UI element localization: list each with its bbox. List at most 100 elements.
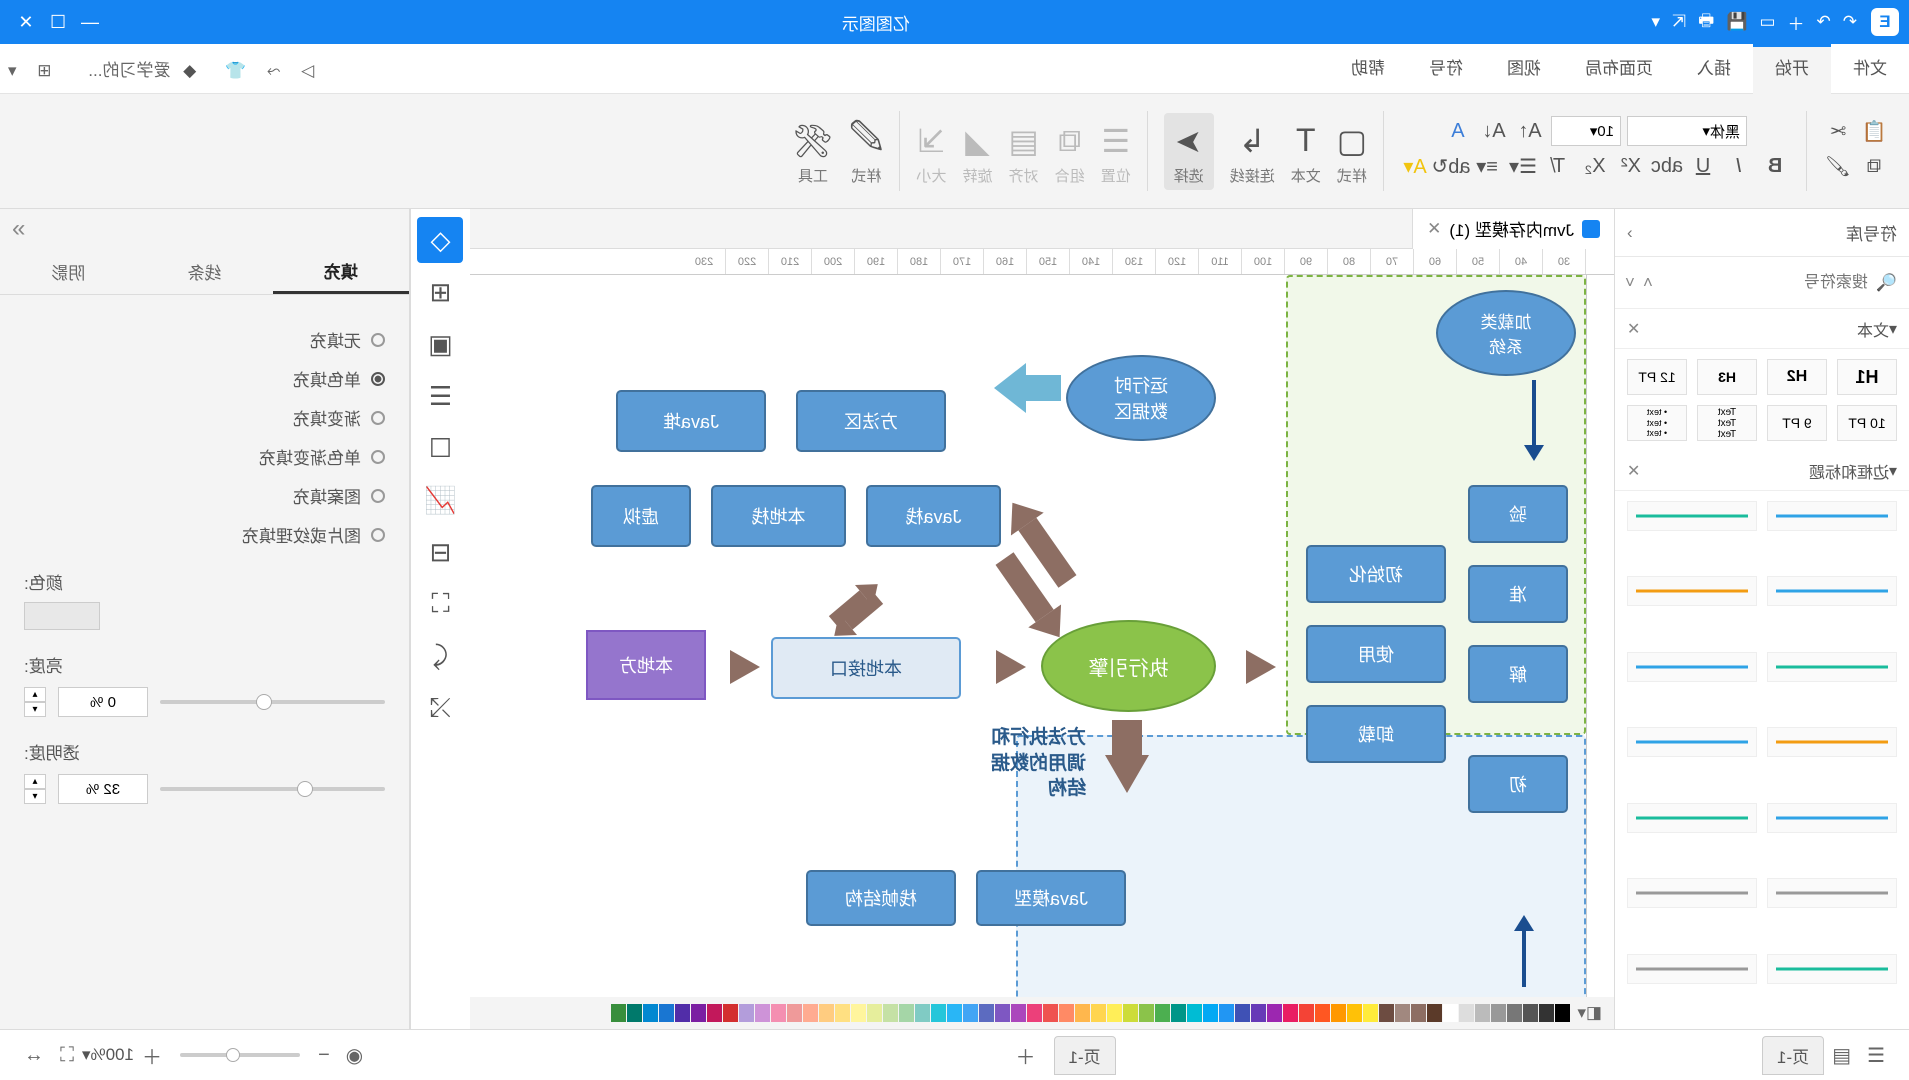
pages-list-icon[interactable]: ☰ (1867, 1043, 1885, 1068)
fill-option-image[interactable]: 图片或纹理填充 (24, 522, 385, 547)
color-swatch[interactable] (819, 1004, 834, 1022)
shape-native-stack[interactable]: 本地栈 (711, 485, 846, 547)
tab-view[interactable]: 视图 (1485, 44, 1563, 94)
line-style-item[interactable] (1767, 727, 1897, 757)
color-swatch[interactable] (1251, 1004, 1266, 1022)
color-swatch[interactable] (851, 1004, 866, 1022)
flowchart-tool-icon[interactable]: ⛶ (418, 581, 464, 627)
color-swatch[interactable] (1171, 1004, 1186, 1022)
color-swatch[interactable] (1091, 1004, 1106, 1022)
tab-start[interactable]: 开始 (1753, 44, 1831, 94)
shape-vm-stack[interactable]: 虚拟 (591, 485, 691, 547)
color-swatch[interactable] (1075, 1004, 1090, 1022)
collapse-right-icon[interactable]: » (0, 209, 409, 249)
color-swatch[interactable] (1379, 1004, 1394, 1022)
color-swatch[interactable] (787, 1004, 802, 1022)
color-swatch[interactable] (803, 1004, 818, 1022)
line-style-item[interactable] (1767, 501, 1897, 531)
fill-option-pattern[interactable]: 图案填充 (24, 483, 385, 508)
page-tab-right[interactable]: 页-1 (1054, 1036, 1116, 1075)
color-swatch[interactable] (739, 1004, 754, 1022)
fill-option-solid[interactable]: 单色填充 (24, 366, 385, 391)
color-swatch[interactable] (1555, 1004, 1570, 1022)
color-swatch[interactable] (1443, 1004, 1458, 1022)
color-swatch[interactable] (1027, 1004, 1042, 1022)
line-style-item[interactable] (1767, 576, 1897, 606)
color-swatch[interactable] (1331, 1004, 1346, 1022)
superscript-icon[interactable]: X² (1616, 151, 1646, 181)
shape-use[interactable]: 使用 (1306, 625, 1446, 683)
color-swatch[interactable] (835, 1004, 850, 1022)
highlight-icon[interactable]: A▾ (1400, 151, 1430, 181)
grid-icon[interactable]: ⊞ (37, 61, 51, 81)
text-style-12pt[interactable]: 12 PT (1627, 359, 1687, 395)
font-shrink-icon[interactable]: A↓ (1479, 116, 1509, 146)
color-swatch[interactable] (1475, 1004, 1490, 1022)
color-swatch[interactable] (899, 1004, 914, 1022)
color-swatch[interactable] (979, 1004, 994, 1022)
font-color-icon[interactable]: A (1443, 116, 1473, 146)
tools-group[interactable]: 🛠工具 (793, 117, 834, 186)
brightness-slider[interactable] (160, 700, 385, 704)
undo-icon[interactable]: ↶ (1843, 12, 1857, 32)
tab-help[interactable]: 帮助 (1329, 44, 1407, 94)
color-swatch[interactable] (707, 1004, 722, 1022)
shape-step4[interactable]: 初 (1468, 755, 1568, 813)
color-swatch[interactable] (1427, 1004, 1442, 1022)
text-style-h3[interactable]: H3 (1697, 359, 1757, 395)
line-style-item[interactable] (1627, 803, 1757, 833)
layers-tool-icon[interactable]: ☰ (418, 373, 464, 419)
text-style-para[interactable]: TextTextText (1697, 405, 1757, 441)
color-swatch[interactable] (1459, 1004, 1474, 1022)
add-page-icon[interactable]: ＋ (1016, 1041, 1036, 1070)
chevron-down-icon[interactable]: ▾ (8, 61, 17, 81)
color-swatch[interactable] (1043, 1004, 1058, 1022)
transparency-up[interactable]: ▴ (24, 774, 46, 789)
symbol-search-input[interactable] (1661, 267, 1868, 299)
color-swatch[interactable] (1235, 1004, 1250, 1022)
shape-step3[interactable]: 解 (1468, 645, 1568, 703)
color-swatch[interactable] (995, 1004, 1010, 1022)
text-style-h1[interactable]: H1 (1837, 359, 1897, 395)
color-swatch[interactable] (1395, 1004, 1410, 1022)
text-style-h2[interactable]: H2 (1767, 359, 1827, 395)
more-icon[interactable]: ▾ (1651, 12, 1660, 32)
style2-group[interactable]: 🖉样式 (849, 117, 883, 186)
close-line-panel-icon[interactable]: ✕ (1627, 461, 1640, 481)
color-swatch[interactable] (963, 1004, 978, 1022)
connector-group[interactable]: ↳连接线 (1230, 117, 1275, 186)
line-style-item[interactable] (1627, 576, 1757, 606)
subscript-icon[interactable]: X₂ (1580, 151, 1610, 181)
color-swatch[interactable] (1299, 1004, 1314, 1022)
page-tab-left[interactable]: 页-1 (1762, 1036, 1824, 1075)
text-style-bullet[interactable]: • text• text• text (1627, 405, 1687, 441)
fill-color-swatch[interactable] (24, 602, 100, 630)
connector-tool-icon[interactable]: ⤹ (418, 633, 464, 679)
shape-native-lib[interactable]: 本地方 (586, 630, 706, 700)
shape-load-class[interactable]: 加载类 系统 (1436, 290, 1576, 376)
tab-pagelayout[interactable]: 页面布局 (1563, 44, 1675, 94)
color-swatch[interactable] (1347, 1004, 1362, 1022)
tab-file[interactable]: 文件 (1831, 44, 1909, 94)
color-swatch[interactable] (1363, 1004, 1378, 1022)
tab-insert[interactable]: 插入 (1675, 44, 1753, 94)
text-panel-head[interactable]: ▾ 文本 ✕ (1615, 309, 1909, 349)
export-icon[interactable]: ⇱ (1672, 12, 1686, 32)
color-swatch[interactable] (1123, 1004, 1138, 1022)
color-swatch[interactable] (1203, 1004, 1218, 1022)
document-tab[interactable]: Jvm内存模型 (1) ✕ (1412, 209, 1614, 249)
color-swatch[interactable] (1523, 1004, 1538, 1022)
chevron-right-icon[interactable]: › (1627, 223, 1633, 243)
line-spacing-icon[interactable]: ≡▾ (1472, 151, 1502, 181)
color-swatch[interactable] (675, 1004, 690, 1022)
select-group[interactable]: ➤选择 (1164, 113, 1214, 190)
transparency-slider[interactable] (160, 787, 385, 791)
cut-icon[interactable]: ✂ (1823, 116, 1853, 146)
color-swatch[interactable] (915, 1004, 930, 1022)
color-swatch[interactable] (1059, 1004, 1074, 1022)
close-button[interactable]: ✕ (10, 12, 42, 33)
line-style-item[interactable] (1627, 501, 1757, 531)
fill-option-solidgrad[interactable]: 单色渐变填充 (24, 444, 385, 469)
color-swatch[interactable] (1283, 1004, 1298, 1022)
shape-exec-engine[interactable]: 执行引擎 (1041, 620, 1216, 712)
